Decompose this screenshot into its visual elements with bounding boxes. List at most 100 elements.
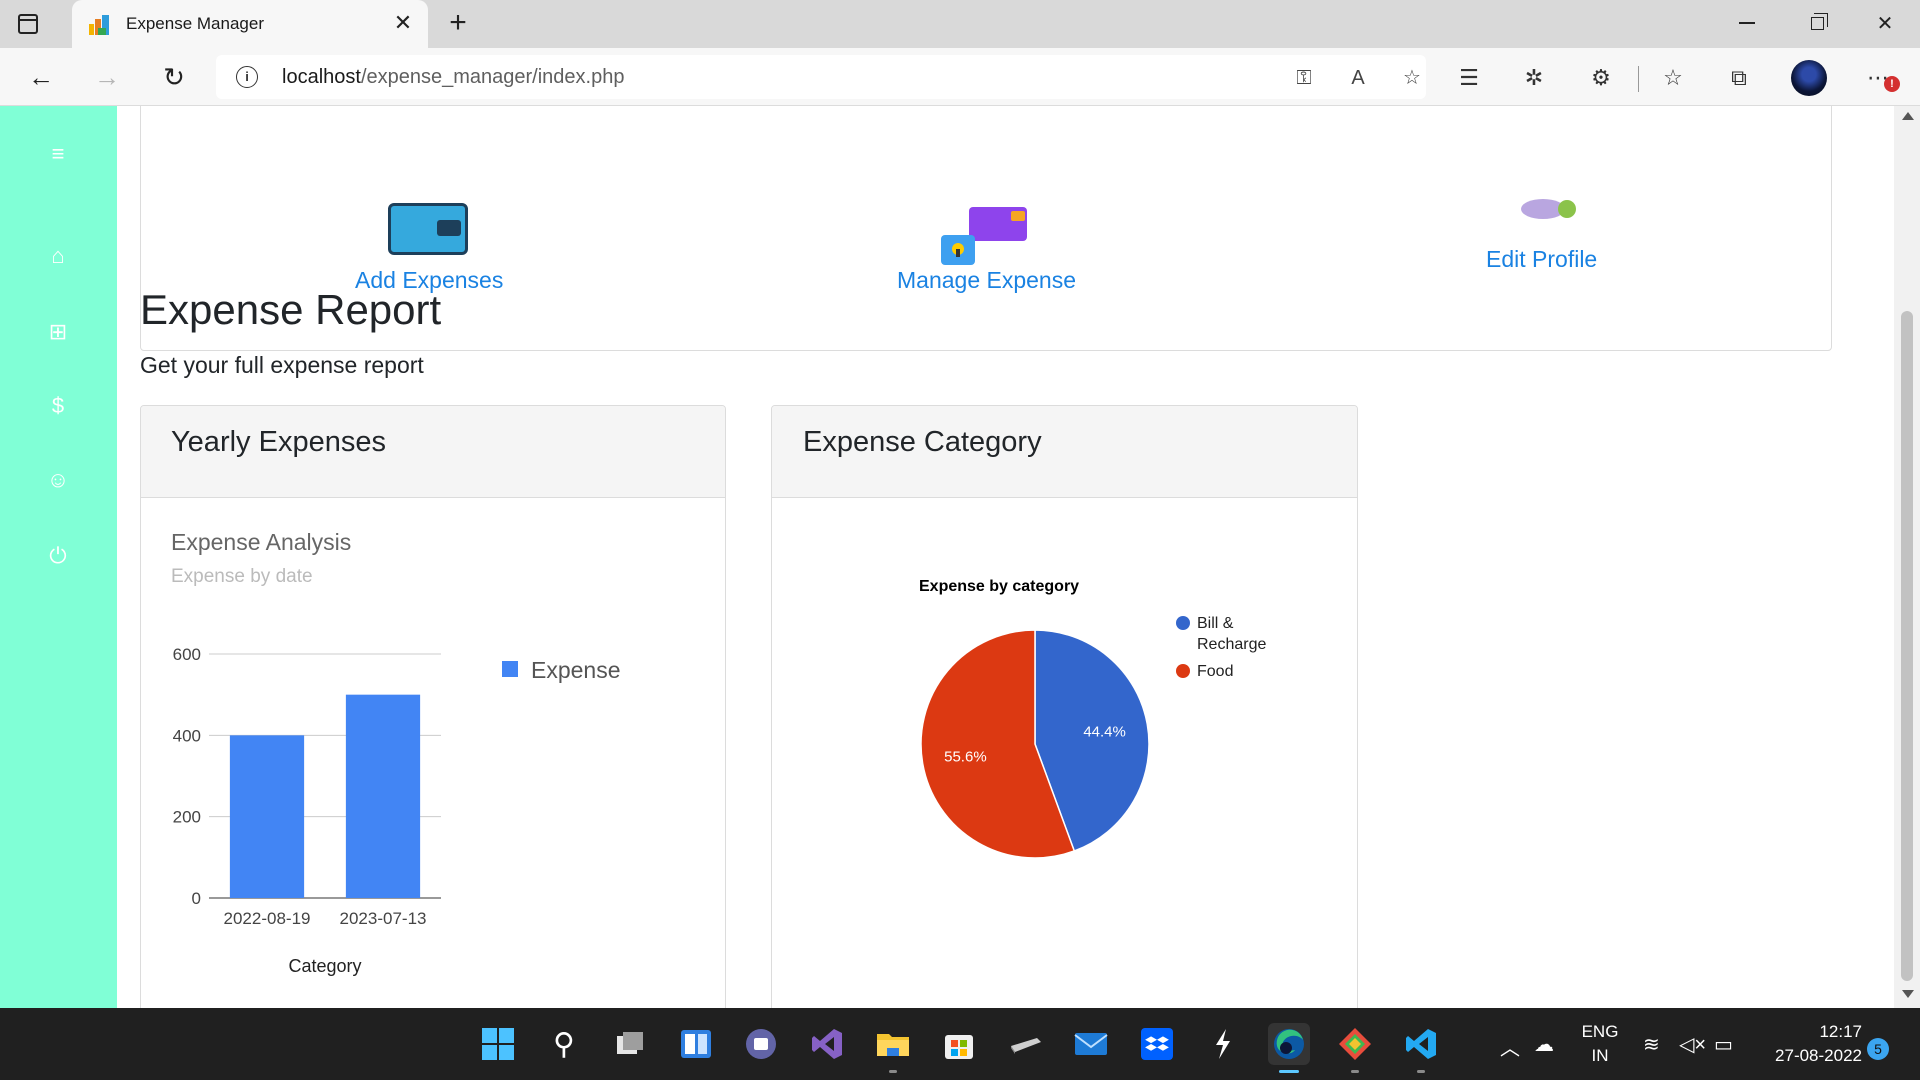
windows-logo-icon <box>482 1028 514 1060</box>
card-title: Expense Category <box>803 426 1042 458</box>
page-viewport: ≡ ⌂ ⊞ $ ☺ ⏻ Add Expenses Manage Expense … <box>0 106 1920 1008</box>
notification-count-badge[interactable]: 5 <box>1867 1038 1889 1060</box>
show-hidden-icons-icon[interactable]: ︿ <box>1500 1032 1520 1061</box>
x-axis-label: Category <box>288 956 361 976</box>
expense-bar-chart: Expense Analysis Expense by date 0 200 400 60… <box>171 529 621 976</box>
new-tab-button[interactable]: + <box>442 8 474 40</box>
manage-expense-icon[interactable]: $ <box>44 392 72 420</box>
battery-icon[interactable]: ▭ <box>1714 1032 1733 1057</box>
x-tick-label: 2023-07-13 <box>340 909 427 928</box>
pie-slice-label: 55.6% <box>944 748 987 765</box>
clock-date[interactable]: 27-08-2022 <box>1750 1046 1862 1066</box>
browser-toolbar: ← → ↻ i localhost/expense_manager/index.… <box>0 48 1920 106</box>
page-scrollbar[interactable] <box>1894 106 1920 1008</box>
sublime-text-icon[interactable] <box>1202 1023 1244 1065</box>
window-restore-button[interactable] <box>1800 8 1834 38</box>
legend-label: Bill & Recharge <box>1197 615 1266 653</box>
tab-actions-icon[interactable] <box>16 12 40 36</box>
running-indicator <box>889 1070 897 1073</box>
back-button[interactable]: ← <box>24 60 58 94</box>
edit-profile-link[interactable]: Edit Profile <box>1486 246 1597 273</box>
profile-avatar[interactable] <box>1791 60 1827 96</box>
add-expense-icon[interactable]: ⊞ <box>44 318 72 346</box>
x-tick-label: 2022-08-19 <box>224 909 311 928</box>
manage-expense-link[interactable]: Manage Expense <box>897 267 1076 294</box>
favorites-icon[interactable]: ☆ <box>1657 62 1689 94</box>
dropbox-icon[interactable] <box>1136 1023 1178 1065</box>
mail-icon[interactable] <box>1070 1023 1112 1065</box>
region-indicator[interactable]: IN <box>1580 1046 1620 1066</box>
teams-chat-icon[interactable] <box>740 1023 782 1065</box>
drive-icon[interactable] <box>1004 1023 1046 1065</box>
legend-swatch <box>502 661 518 677</box>
sidebar: ≡ ⌂ ⊞ $ ☺ ⏻ <box>0 106 117 1008</box>
power-icon[interactable]: ⏻ <box>44 542 72 570</box>
add-favorite-icon[interactable]: ☆ <box>1398 64 1426 92</box>
split-screen-icon[interactable]: ☰ <box>1453 62 1485 94</box>
extensions-icon[interactable]: ⚙ <box>1585 62 1617 94</box>
window-minimize-button[interactable] <box>1730 8 1764 38</box>
y-tick-label: 200 <box>173 808 201 827</box>
scrollbar-thumb[interactable] <box>1901 311 1913 981</box>
widgets-icon[interactable] <box>675 1023 717 1065</box>
file-explorer-icon[interactable] <box>872 1023 914 1073</box>
vscode-icon[interactable] <box>1400 1023 1442 1073</box>
tab-close-icon[interactable]: ✕ <box>390 10 416 36</box>
legend-marker <box>1176 616 1190 630</box>
start-button[interactable] <box>477 1023 519 1065</box>
windows-taskbar: ⚲ ︿ ☁ ENG IN ≋ ◁× ▭ 12:17 27-08-2022 5 <box>0 1008 1920 1080</box>
read-aloud-icon[interactable]: A <box>1344 64 1372 92</box>
volume-muted-icon[interactable]: ◁× <box>1679 1032 1706 1057</box>
menu-icon[interactable]: ≡ <box>44 140 72 168</box>
visual-studio-icon[interactable] <box>806 1023 848 1065</box>
clock-time[interactable]: 12:17 <box>1750 1022 1862 1042</box>
forward-button[interactable]: → <box>90 60 124 94</box>
page-subtitle: Get your full expense report <box>140 352 424 378</box>
language-indicator[interactable]: ENG <box>1580 1022 1620 1042</box>
legend-label: Food <box>1197 663 1233 680</box>
legend-marker <box>1176 664 1190 678</box>
expense-category-card: Expense Category Expense by category 44.4… <box>771 405 1358 1008</box>
search-icon[interactable]: ⚲ <box>543 1023 585 1065</box>
bug-icon[interactable]: ✲ <box>1518 62 1550 94</box>
y-tick-label: 400 <box>173 726 201 745</box>
card-title: Yearly Expenses <box>171 426 386 458</box>
pie-title: Expense by category <box>919 578 1079 595</box>
window-close-button[interactable]: ✕ <box>1868 8 1902 38</box>
notification-badge: ! <box>1884 76 1900 92</box>
collections-icon[interactable]: ⧉ <box>1723 62 1755 94</box>
tab-title: Expense Manager <box>126 14 264 33</box>
microsoft-store-icon[interactable] <box>938 1023 980 1065</box>
card-header: Yearly Expenses <box>141 406 725 498</box>
browser-tab-strip: Expense Manager ✕ + ✕ <box>0 0 1920 48</box>
task-view-icon[interactable] <box>609 1023 651 1065</box>
chart-subtitle: Expense by date <box>171 566 313 587</box>
wallet-icon[interactable] <box>388 203 468 255</box>
onedrive-icon[interactable]: ☁ <box>1534 1032 1554 1057</box>
bar <box>345 694 421 898</box>
address-bar[interactable]: i localhost/expense_manager/index.php ⚿ … <box>216 55 1426 99</box>
active-app-indicator <box>1279 1070 1299 1073</box>
pie-slice-label: 44.4% <box>1083 724 1126 741</box>
site-info-icon[interactable]: i <box>236 66 258 88</box>
git-tool-icon[interactable] <box>1334 1023 1376 1073</box>
password-key-icon[interactable]: ⚿ <box>1290 64 1318 92</box>
wifi-icon[interactable]: ≋ <box>1643 1032 1660 1057</box>
page-title: Expense Report <box>140 286 442 333</box>
home-icon[interactable]: ⌂ <box>44 242 72 270</box>
expense-manager-favicon-icon <box>89 15 109 35</box>
chart-title: Expense Analysis <box>171 529 351 555</box>
scroll-down-arrow-icon[interactable] <box>1902 990 1914 998</box>
running-indicator <box>1417 1070 1425 1073</box>
browser-tab[interactable]: Expense Manager ✕ <box>72 0 428 48</box>
profile-icon[interactable]: ☺ <box>44 466 72 494</box>
lock-icon[interactable] <box>941 207 1031 267</box>
edge-browser-icon[interactable] <box>1268 1023 1310 1073</box>
scroll-up-arrow-icon[interactable] <box>1902 112 1914 120</box>
reload-button[interactable]: ↻ <box>157 60 191 94</box>
edit-profile-icon[interactable] <box>1511 197 1591 221</box>
url-host: localhost <box>282 66 361 88</box>
legend-label: Expense <box>531 657 621 683</box>
toolbar-divider <box>1638 66 1639 92</box>
url-text[interactable]: localhost/expense_manager/index.php <box>282 66 624 89</box>
